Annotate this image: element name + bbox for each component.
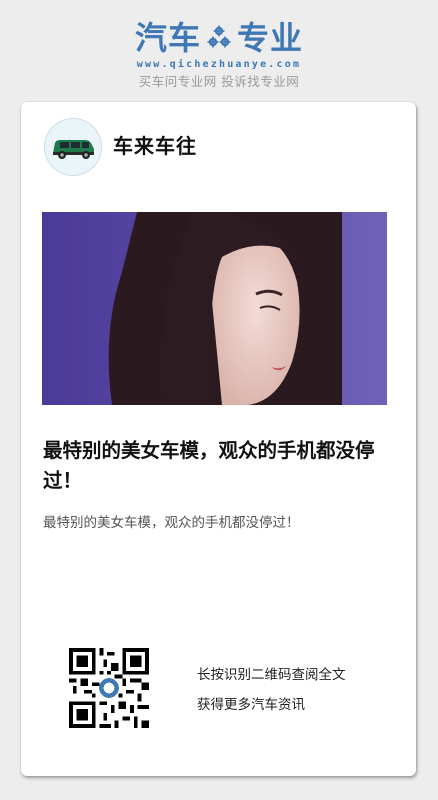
brand-url: www.qichezhuanye.com	[136, 59, 302, 70]
logo-text-left: 汽车	[134, 19, 201, 57]
share-card: 车来车往 最特别的美女车模，观众的手机都没停过！ 最特别的美女车模，观众的手机都…	[21, 102, 416, 776]
article-summary: 最特别的美女车模，观众的手机都没停过！	[43, 515, 300, 531]
qr-code-icon[interactable]	[69, 648, 149, 728]
car-icon	[53, 140, 94, 159]
logo-text-right: 专业	[237, 19, 304, 57]
brand-tagline: 买车问专业网 投诉找专业网	[138, 74, 300, 89]
qr-hint-line2: 获得更多汽车资讯	[197, 697, 305, 713]
article-title[interactable]: 最特别的美女车模，观众的手机都没停过！	[43, 436, 398, 496]
gear-icon	[207, 25, 231, 48]
brand-header: 汽车 专业 www.qichezhuanye.com 买车问专业网 投诉找专业网	[0, 18, 438, 90]
qr-hint: 长按识别二维码查阅全文 获得更多汽车资讯	[197, 660, 346, 720]
brand-logo: 汽车 专业	[0, 18, 438, 58]
photo	[42, 212, 387, 405]
avatar[interactable]	[44, 118, 102, 176]
article-image[interactable]	[42, 212, 387, 405]
qr-hint-line1: 长按识别二维码查阅全文	[197, 667, 346, 683]
account-name[interactable]: 车来车往	[113, 132, 197, 160]
